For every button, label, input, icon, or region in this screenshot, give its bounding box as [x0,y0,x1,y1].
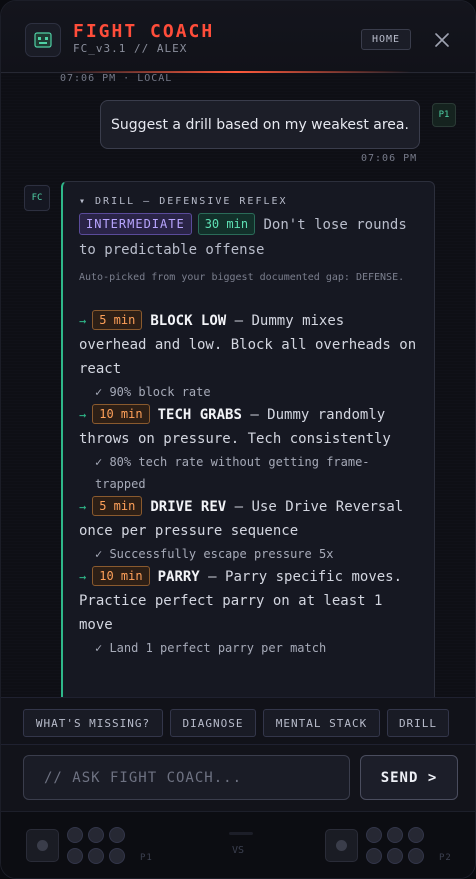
p2-joystick-icon [325,829,358,862]
step-name: PARRY [157,569,200,585]
p2-button-icon [387,848,403,864]
step-duration: 5 min [92,310,143,330]
header: FIGHT COACH FC_v3.1 // ALEX HOME [1,1,475,73]
close-icon[interactable] [432,30,452,50]
drill-step: → 10 min TECH GRABS — Dummy randomly throw… [79,403,420,451]
drill-summary: INTERMEDIATE 30 min Don't lose rounds to … [79,213,420,263]
chat-log[interactable]: 07:06 PM · LOCAL Suggest a drill based o… [1,73,475,697]
arrow-right-icon: → [79,314,87,328]
duration-badge: 30 min [197,213,256,235]
coach-message: ▾ DRILL — DEFENSIVE REFLEX INTERMEDIATE 3… [61,181,435,697]
arrow-right-icon: → [79,570,87,584]
drill-title[interactable]: ▾ DRILL — DEFENSIVE REFLEX [79,196,420,207]
step-name: TECH GRABS [157,407,242,423]
p1-label: P1 [140,853,153,863]
step-goal: ✓ 90% block rate [95,385,211,399]
p1-button-icon [109,848,125,864]
user-avatar: P1 [432,103,456,127]
session-timestamp: 07:06 PM · LOCAL [60,73,173,84]
step-duration: 5 min [92,496,143,516]
whats-missing-button[interactable]: WHAT'S MISSING? [23,709,163,737]
p2-button-icon [366,848,382,864]
p1-button-icon [88,848,104,864]
p1-button-icon [109,827,125,843]
drill-step: → 5 min DRIVE REV — Use Drive Reversal onc… [79,495,420,543]
coin-slot-icon [229,832,253,835]
drill-list: → 5 min BLOCK LOW — Dummy mixes overhead a… [79,309,420,659]
p1-joystick-icon [26,829,59,862]
drill-step: → 5 min BLOCK LOW — Dummy mixes overhead a… [79,309,420,381]
p1-button-icon [67,827,83,843]
step-name: BLOCK LOW [150,313,227,329]
drill-step: → 10 min PARRY — Parry specific moves. Pra… [79,565,420,637]
p2-button-icon [408,848,424,864]
level-badge: INTERMEDIATE [79,213,192,235]
robot-face-icon [25,23,61,57]
p2-button-icon [408,827,424,843]
ask-input[interactable] [23,755,350,800]
drill-note: Auto-picked from your biggest documented… [79,272,405,283]
send-button[interactable]: SEND > [360,755,458,800]
user-message-timestamp: 07:06 PM [361,153,418,164]
step-duration: 10 min [92,566,150,586]
arrow-right-icon: → [79,408,87,422]
coach-avatar: FC [24,185,50,211]
p1-button-icon [88,827,104,843]
step-goal: ✓ Successfully escape pressure 5x [95,547,334,561]
step-goal: ✓ Land 1 perfect parry per match [95,641,327,655]
drill-button[interactable]: DRILL [387,709,449,737]
step-name: DRIVE REV [150,499,227,515]
arcade-panel: P1 VS P2 [1,811,475,878]
app-subtitle: FC_v3.1 // ALEX [73,42,188,55]
p2-label: P2 [439,853,452,863]
app-window: FIGHT COACH FC_v3.1 // ALEX HOME 07:06 P… [0,0,476,879]
user-message: Suggest a drill based on my weakest area… [100,100,420,149]
step-goal: ✓ 80% tech rate without getting frame-tr… [95,455,370,491]
step-duration: 10 min [92,404,150,424]
app-title: FIGHT COACH [73,21,215,42]
diagnose-button[interactable]: DIAGNOSE [170,709,256,737]
vs-label: VS [232,845,245,856]
quick-actions: WHAT'S MISSING? DIAGNOSE MENTAL STACK DR… [1,697,475,744]
arrow-right-icon: → [79,500,87,514]
p2-button-icon [387,827,403,843]
composer: SEND > [1,744,475,811]
home-button[interactable]: HOME [361,29,411,50]
mental-stack-button[interactable]: MENTAL STACK [263,709,380,737]
p1-button-icon [67,848,83,864]
p2-button-icon [366,827,382,843]
